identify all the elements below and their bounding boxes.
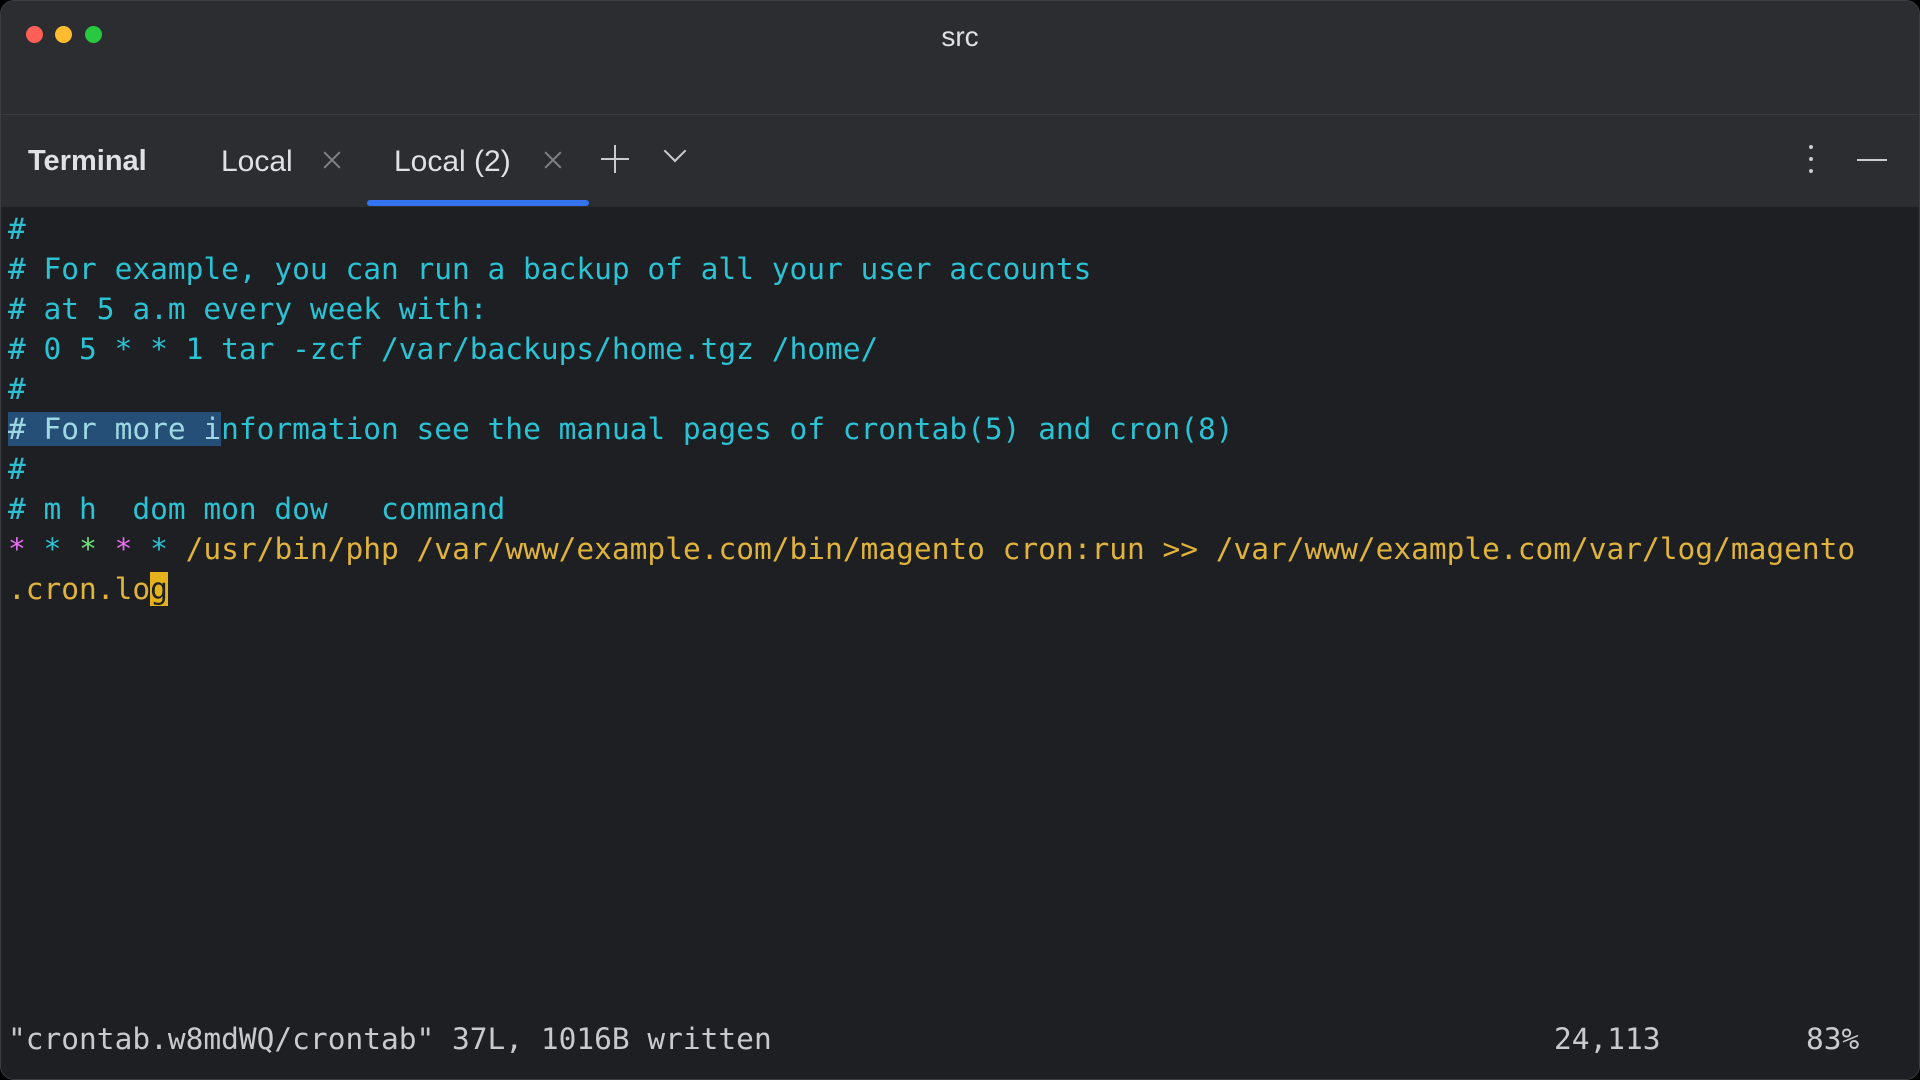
tab-label: Local (2) bbox=[394, 145, 511, 178]
active-tab-indicator bbox=[367, 200, 589, 206]
terminal-window: src Terminal Local Local (2) # # For exa… bbox=[0, 0, 1920, 1080]
tab-local[interactable]: Local bbox=[211, 115, 361, 207]
status-message: "crontab.w8mdWQ/crontab" 37L, 1016B writ… bbox=[8, 1022, 772, 1056]
terminal-line: # m h dom mon dow command bbox=[8, 492, 506, 526]
plus-icon[interactable] bbox=[599, 143, 631, 175]
more-options-icon[interactable] bbox=[1807, 145, 1815, 177]
terminal-line: # bbox=[8, 452, 26, 486]
terminal-line: # bbox=[8, 372, 26, 406]
text-cursor: g bbox=[150, 572, 168, 606]
cron-minute-field: * bbox=[8, 532, 26, 566]
terminal-line: # For example, you can run a backup of a… bbox=[8, 252, 1092, 286]
terminal-line: # bbox=[8, 212, 26, 246]
line-text: .cron.lo bbox=[8, 572, 151, 606]
terminal-line: * * * * * /usr/bin/php /var/www/example.… bbox=[8, 529, 1855, 569]
cron-dom-field: * bbox=[79, 532, 97, 566]
tab-local-2[interactable]: Local (2) bbox=[384, 115, 584, 207]
tab-label: Local bbox=[221, 145, 293, 178]
line-text: nformation see the manual pages of cront… bbox=[221, 412, 1234, 446]
terminal-output[interactable]: # # For example, you can run a backup of… bbox=[1, 207, 1919, 1079]
terminal-tab-bar: Terminal Local Local (2) bbox=[1, 115, 1919, 207]
terminal-line: .cron.log bbox=[8, 569, 168, 609]
selected-text: # For more i bbox=[8, 412, 222, 446]
scroll-percent: 83% bbox=[1806, 1022, 1860, 1056]
minimize-panel-icon[interactable] bbox=[1857, 159, 1887, 161]
cron-command: /usr/bin/php /var/www/example.com/bin/ma… bbox=[185, 532, 1856, 566]
cursor-position: 24,113 bbox=[1554, 1022, 1661, 1056]
terminal-line: # at 5 a.m every week with: bbox=[8, 292, 488, 326]
title-bar: src bbox=[1, 1, 1919, 70]
terminal-line: # For more information see the manual pa… bbox=[8, 409, 1234, 449]
toolbar-strip bbox=[1, 69, 1919, 115]
cron-hour-field: * bbox=[43, 532, 62, 566]
close-icon[interactable] bbox=[321, 149, 343, 171]
cron-month-field: * bbox=[114, 532, 133, 566]
terminal-line: # 0 5 * * 1 tar -zcf /var/backups/home.t… bbox=[8, 332, 879, 366]
cron-dow-field: * bbox=[150, 532, 168, 566]
tool-window-title: Terminal bbox=[28, 145, 147, 177]
chevron-down-icon[interactable] bbox=[661, 145, 689, 165]
window-title: src bbox=[941, 21, 979, 52]
close-icon[interactable] bbox=[542, 149, 564, 171]
